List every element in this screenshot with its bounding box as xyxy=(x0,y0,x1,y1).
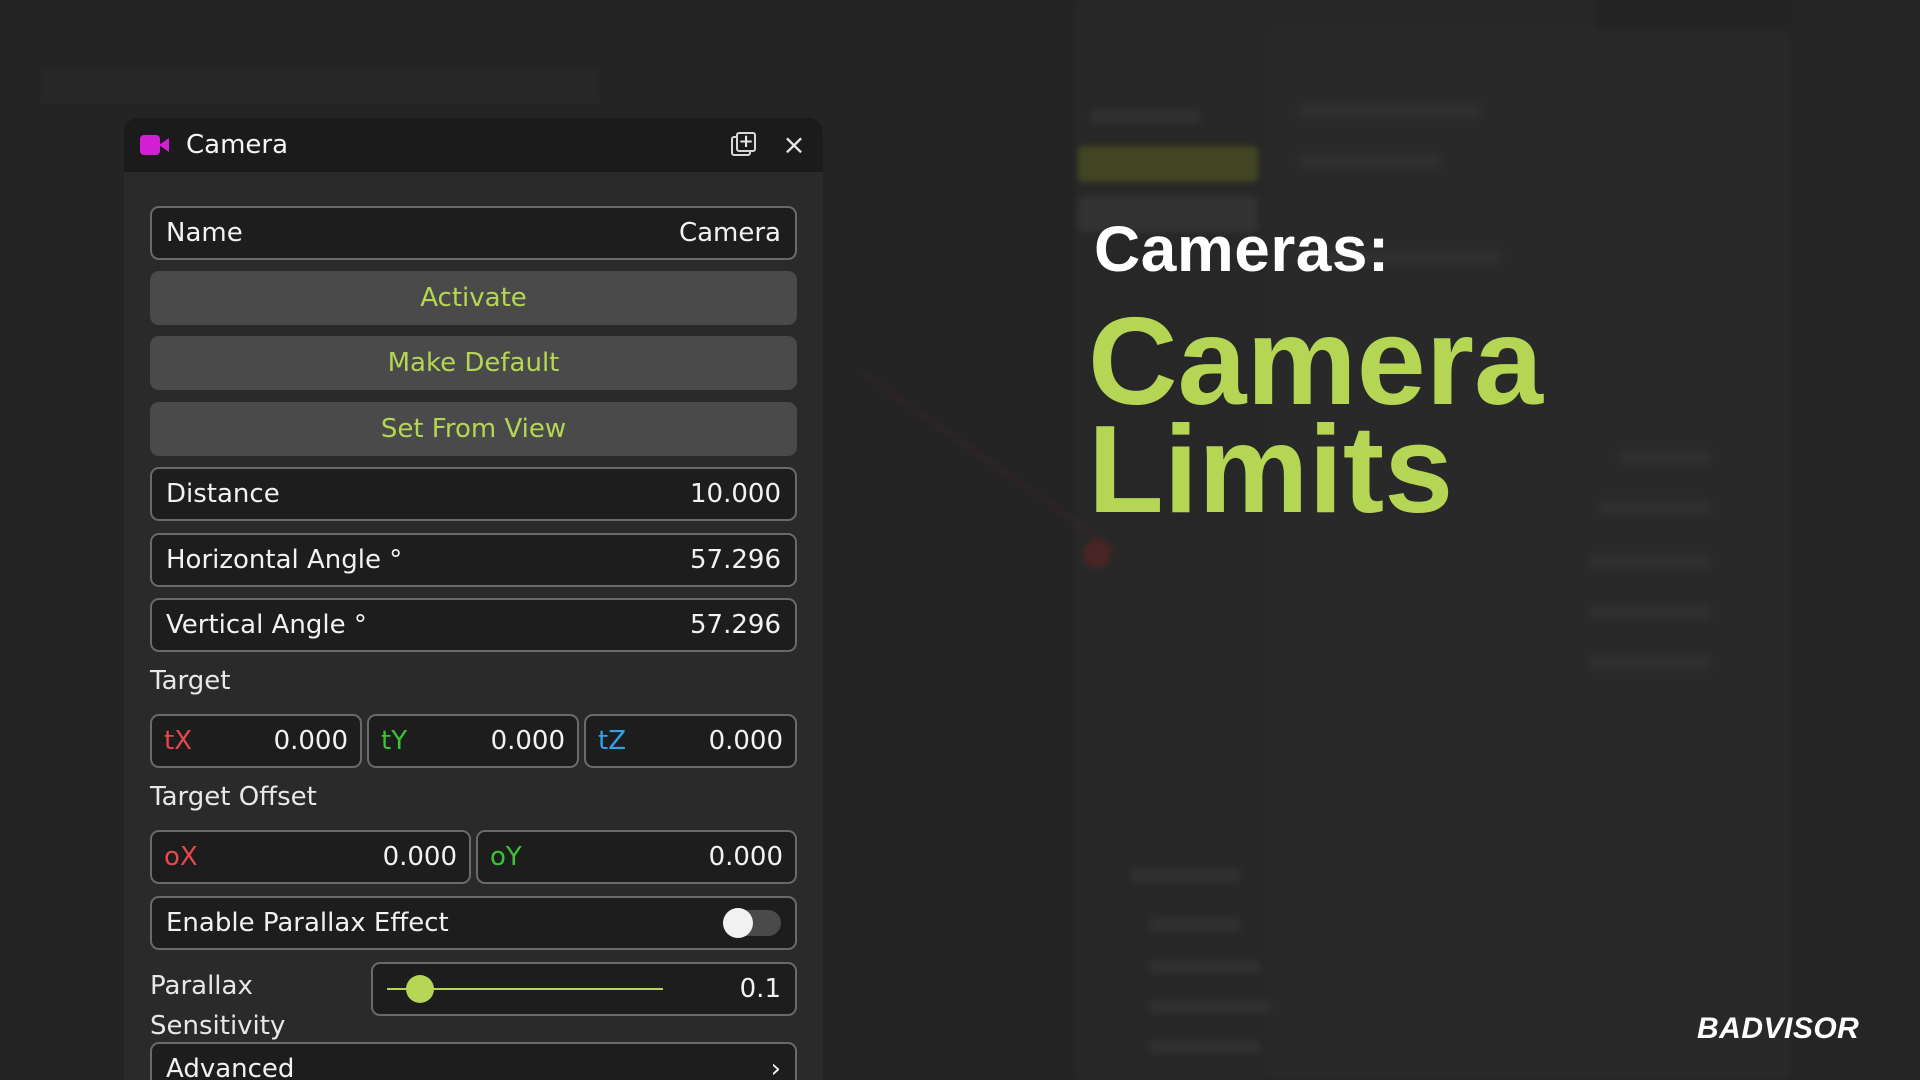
parallax-sensitivity-label: Parallax Sensitivity xyxy=(150,966,285,1046)
background-marker xyxy=(1083,540,1111,568)
background-settings-panel xyxy=(1270,30,1790,1080)
overlay-headline-line2: Limits xyxy=(1088,401,1454,539)
background-row xyxy=(1130,868,1240,882)
name-field[interactable]: Name Camera xyxy=(150,206,797,260)
set-from-view-button[interactable]: Set From View xyxy=(150,402,797,456)
activate-button[interactable]: Activate xyxy=(150,271,797,325)
distance-value: 10.000 xyxy=(690,479,781,509)
target-y-value: 0.000 xyxy=(490,726,565,756)
slider-thumb[interactable] xyxy=(406,975,435,1003)
chevron-right-icon: › xyxy=(770,1054,781,1080)
offset-y-label: oY xyxy=(490,842,522,872)
target-x-label: tX xyxy=(164,726,193,756)
background-row xyxy=(1300,154,1440,168)
background-row xyxy=(1600,500,1710,514)
parallax-sensitivity-slider[interactable]: 0.1 xyxy=(371,962,797,1016)
background-row xyxy=(1150,960,1260,974)
name-value: Camera xyxy=(678,218,781,248)
background-row xyxy=(1300,104,1480,118)
close-icon: × xyxy=(782,128,806,161)
offset-x-value: 0.000 xyxy=(382,842,457,872)
offset-x-field[interactable]: oX 0.000 xyxy=(150,830,471,884)
brand-logo: BADVISOR xyxy=(1697,1012,1860,1045)
name-label: Name xyxy=(166,218,243,248)
parallax-toggle[interactable] xyxy=(723,908,781,938)
background-row xyxy=(1590,555,1710,569)
background-side-panel xyxy=(1075,0,1595,1080)
vertical-angle-field[interactable]: Vertical Angle ° 57.296 xyxy=(150,598,797,652)
vertical-angle-label: Vertical Angle ° xyxy=(166,610,367,640)
horizontal-angle-label: Horizontal Angle ° xyxy=(166,545,403,575)
offset-y-field[interactable]: oY 0.000 xyxy=(476,830,797,884)
target-offset-label: Target Offset xyxy=(150,782,317,812)
target-z-field[interactable]: tZ 0.000 xyxy=(584,714,797,768)
target-x-value: 0.000 xyxy=(273,726,348,756)
advanced-label: Advanced xyxy=(166,1054,295,1080)
parallax-sensitivity-value: 0.1 xyxy=(739,974,781,1004)
close-button[interactable]: × xyxy=(779,130,809,160)
parallax-sensitivity-label-line2: Sensitivity xyxy=(150,1011,286,1041)
target-y-label: tY xyxy=(381,726,408,756)
distance-field[interactable]: Distance 10.000 xyxy=(150,467,797,521)
target-z-value: 0.000 xyxy=(708,726,783,756)
background-row xyxy=(1590,655,1710,669)
background-highlight-row xyxy=(1078,146,1258,182)
toggle-knob xyxy=(723,908,753,938)
background-row xyxy=(1090,110,1200,124)
advanced-section-header[interactable]: Advanced › xyxy=(150,1042,797,1080)
panel-header: Camera + × xyxy=(124,118,823,172)
parallax-toggle-label: Enable Parallax Effect xyxy=(166,908,449,938)
overlay-headline-line1: Camera xyxy=(1088,293,1543,431)
offset-y-value: 0.000 xyxy=(708,842,783,872)
camera-panel: Camera + × Name Camera Activate Make Def… xyxy=(124,118,823,1080)
background-right-column xyxy=(1790,0,1920,1080)
background-toolbar xyxy=(40,68,600,104)
panel-title: Camera xyxy=(186,130,289,160)
make-default-button[interactable]: Make Default xyxy=(150,336,797,390)
duplicate-button[interactable]: + xyxy=(729,130,759,160)
distance-label: Distance xyxy=(166,479,280,509)
background-row xyxy=(1150,1040,1260,1054)
duplicate-icon: + xyxy=(731,132,757,158)
overlay-headline: Camera Limits xyxy=(1088,293,1543,539)
vertical-angle-value: 57.296 xyxy=(690,610,781,640)
horizontal-angle-field[interactable]: Horizontal Angle ° 57.296 xyxy=(150,533,797,587)
background-row xyxy=(1620,450,1710,464)
background-row xyxy=(1150,1000,1270,1014)
background-row xyxy=(1590,605,1710,619)
parallax-toggle-row: Enable Parallax Effect xyxy=(150,896,797,950)
overlay-subtitle: Cameras: xyxy=(1094,213,1390,285)
target-y-field[interactable]: tY 0.000 xyxy=(367,714,579,768)
target-label: Target xyxy=(150,666,231,696)
horizontal-angle-value: 57.296 xyxy=(690,545,781,575)
target-x-field[interactable]: tX 0.000 xyxy=(150,714,362,768)
background-axis-line xyxy=(859,370,1123,556)
target-z-label: tZ xyxy=(598,726,627,756)
camera-icon xyxy=(140,134,170,156)
offset-x-label: oX xyxy=(164,842,198,872)
parallax-sensitivity-label-line1: Parallax xyxy=(150,971,253,1001)
background-row xyxy=(1150,918,1240,932)
slider-track[interactable] xyxy=(387,975,663,1003)
